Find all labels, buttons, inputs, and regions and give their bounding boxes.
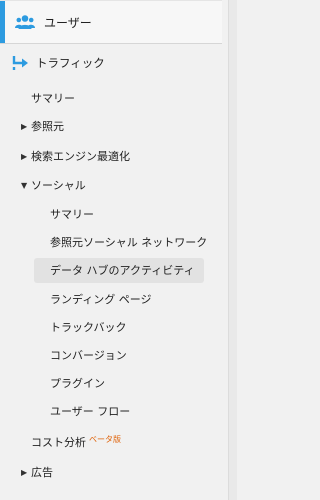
nav-item-cost-analysis[interactable]: コスト分析 ベータ版 [0,431,220,453]
left-navigation-panel: ユーザー トラフィック サマリー ▶ 参照元 ▶ 検索エンジン最適化 ▼ ソーシ… [0,0,237,500]
nav-subitem-network-referrals[interactable]: 参照元ソーシャル ネットワーク [0,231,220,253]
nav-section-users[interactable]: ユーザー [0,0,222,44]
nav-item-label: サマリー [31,92,75,105]
users-icon [14,12,36,32]
nav-section-traffic-label: トラフィック [36,56,105,70]
nav-item-referrals[interactable]: ▶ 参照元 [0,115,220,137]
nav-item-label: 広告 [31,466,53,479]
nav-item-label: ランディング ページ [50,293,152,306]
nav-item-label: 参照元ソーシャル ネットワーク [50,236,208,249]
nav-item-label: ユーザー フロー [50,405,131,418]
nav-item-label: データ ハブのアクティビティ [50,264,195,277]
nav-item-label: ソーシャル [31,179,86,192]
active-section-accent [0,1,5,43]
nav-section-users-label: ユーザー [44,15,92,30]
caret-right-icon: ▶ [21,121,28,131]
nav-subitem-user-flow[interactable]: ユーザー フロー [0,400,220,422]
panel-divider [228,0,237,500]
nav-item-label: コスト分析 [31,436,86,449]
traffic-arrow-icon [10,53,32,73]
nav-subitem-plugins[interactable]: プラグイン [0,372,220,394]
nav-item-advertising[interactable]: ▶ 広告 [0,461,220,483]
caret-right-icon: ▶ [21,151,28,161]
nav-subitem-conversions[interactable]: コンバージョン [0,344,220,366]
nav-subitem-social-summary[interactable]: サマリー [0,203,220,225]
nav-item-label: プラグイン [50,377,105,390]
nav-item-social[interactable]: ▼ ソーシャル [0,174,220,196]
nav-item-label: コンバージョン [50,349,127,362]
nav-subitem-data-hub-activity[interactable]: データ ハブのアクティビティ [0,259,220,281]
caret-down-icon: ▼ [21,180,28,190]
caret-right-icon: ▶ [21,467,28,477]
nav-item-label: サマリー [50,208,94,221]
nav-subitem-landing-pages[interactable]: ランディング ページ [0,288,220,310]
nav-item-summary[interactable]: サマリー [0,87,220,109]
nav-item-seo[interactable]: ▶ 検索エンジン最適化 [0,145,220,167]
nav-item-label: 参照元 [31,120,64,133]
nav-item-label: トラックバック [50,321,127,334]
nav-subitem-trackbacks[interactable]: トラックバック [0,316,220,338]
beta-badge: ベータ版 [89,434,121,444]
nav-item-label: 検索エンジン最適化 [31,150,130,163]
nav-section-traffic[interactable]: トラフィック [0,52,222,74]
